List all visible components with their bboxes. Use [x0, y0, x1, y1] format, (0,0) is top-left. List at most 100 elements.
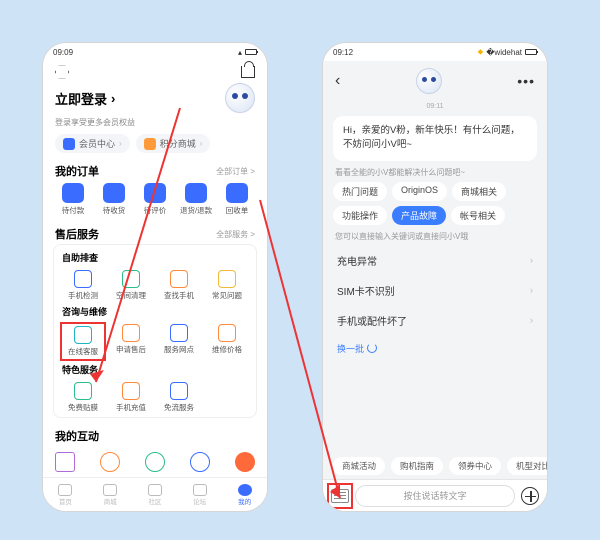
interact-5-icon[interactable]	[235, 452, 255, 472]
headset-icon	[74, 326, 92, 344]
wallet-icon	[62, 183, 84, 203]
shield-icon	[63, 138, 75, 150]
chip-hot[interactable]: 热门问题	[333, 182, 387, 201]
member-center-pill[interactable]: 会员中心›	[55, 134, 130, 153]
interact-1-icon[interactable]	[55, 452, 75, 472]
back-icon[interactable]: ‹	[335, 72, 340, 90]
order-pending-ship[interactable]: 待收货	[94, 183, 134, 216]
phone-left: 09:09 ▴ 立即登录 › 登录享受更多会员权益 会员中心› 积分商城› 我的…	[42, 42, 268, 512]
refund-icon	[185, 183, 207, 203]
svc-free-data[interactable]: 免流服务	[156, 380, 202, 415]
tab-forum[interactable]: 论坛	[193, 484, 207, 506]
chat-icon	[144, 183, 166, 203]
order-pending-review[interactable]: 待评价	[135, 183, 175, 216]
film-icon	[74, 382, 92, 400]
cart-icon[interactable]	[241, 66, 255, 78]
status-time: 09:12	[333, 48, 353, 57]
more-icon[interactable]: •••	[517, 73, 535, 89]
status-bar: 09:12 ⬥�widehat	[323, 43, 547, 61]
sg-4[interactable]: 机型对比	[507, 457, 547, 475]
chat-icon	[193, 484, 207, 496]
chip-mall[interactable]: 商城相关	[452, 182, 506, 201]
q-charge[interactable]: 充电异常›	[333, 246, 537, 276]
chip-fault[interactable]: 产品故障	[392, 206, 446, 225]
settings-hex-icon[interactable]	[55, 65, 69, 79]
battery-icon	[525, 49, 537, 55]
chevron-right-icon: ›	[530, 315, 533, 325]
person-icon	[238, 484, 252, 496]
orders-head: 我的订单 全部订单 >	[43, 159, 267, 181]
tab-mine[interactable]: 我的	[238, 484, 252, 506]
recharge-icon	[122, 382, 140, 400]
status-bar: 09:09 ▴	[43, 43, 267, 61]
suggestion-row[interactable]: 商城活动 购机指南 领券中心 机型对比 以	[323, 453, 547, 479]
phone-right: 09:12 ⬥�widehat ‹ ••• 09:11 Hi，亲爱的V粉，新年快…	[322, 42, 548, 512]
q-sim[interactable]: SIM卡不识别›	[333, 276, 537, 306]
svc-recharge[interactable]: 手机充值	[108, 380, 154, 415]
location-icon	[170, 324, 188, 342]
chevron-right-icon: ›	[111, 91, 115, 106]
timestamp: 09:11	[323, 101, 547, 112]
sg-1[interactable]: 商城活动	[333, 457, 385, 475]
login-title: 立即登录	[55, 89, 107, 108]
tab-community[interactable]: 社区	[148, 484, 162, 506]
aftersale-head: 售后服务 全部服务 >	[43, 222, 267, 244]
interact-3-icon[interactable]	[145, 452, 165, 472]
order-recycle[interactable]: 回收单	[217, 183, 257, 216]
order-pending-pay[interactable]: 待付款	[53, 183, 93, 216]
keyboard-icon[interactable]	[331, 489, 349, 503]
tab-bar: 首页 商城 社区 论坛 我的	[43, 477, 267, 511]
svc-repair-price[interactable]: 维修价格	[204, 322, 250, 361]
svc-faq[interactable]: 常见问题	[204, 268, 250, 303]
refresh-icon	[367, 343, 377, 353]
plus-icon[interactable]	[521, 487, 539, 505]
chevron-right-icon: ›	[530, 285, 533, 295]
svc-apply-aftersale[interactable]: 申请售后	[108, 322, 154, 361]
form-icon	[122, 324, 140, 342]
svc-service-points[interactable]: 服务网点	[156, 322, 202, 361]
recycle-icon	[226, 183, 248, 203]
order-refund[interactable]: 退货/退款	[176, 183, 216, 216]
svc-find-phone[interactable]: 查找手机	[156, 268, 202, 303]
login-subtitle: 登录享受更多会员权益	[43, 117, 267, 134]
box-icon	[103, 183, 125, 203]
sg-3[interactable]: 领券中心	[449, 457, 501, 475]
login-row[interactable]: 立即登录 ›	[43, 81, 267, 117]
orders-row: 待付款 待收货 待评价 退货/退款 回收单	[43, 181, 267, 222]
chip-function[interactable]: 功能操作	[333, 206, 387, 225]
refresh-button[interactable]: 换一批	[323, 336, 547, 361]
svc-phone-check[interactable]: 手机检测	[60, 268, 106, 303]
tab-home[interactable]: 首页	[58, 484, 72, 506]
greeting-bubble: Hi，亲爱的V粉，新年快乐！有什么问题，不妨问问小V吧~	[333, 116, 537, 161]
top-bar	[43, 61, 267, 81]
status-time: 09:09	[53, 48, 73, 57]
chip-originos[interactable]: OriginOS	[392, 182, 447, 201]
voice-input[interactable]: 按住说话转文字	[355, 485, 515, 507]
all-services-link[interactable]: 全部服务 >	[216, 229, 255, 240]
interact-head: 我的互动	[43, 424, 267, 446]
robot-avatar[interactable]	[225, 83, 255, 113]
search-icon	[170, 270, 188, 288]
svc-online-support[interactable]: 在线客服	[60, 322, 106, 361]
heart-icon	[58, 484, 72, 496]
hint-1: 看看全能的小V都能解决什么问题吧~	[323, 167, 547, 182]
coin-icon	[144, 138, 156, 150]
question-list: 充电异常› SIM卡不识别› 手机或配件坏了›	[323, 246, 547, 336]
svc-storage-clean[interactable]: 空间清理	[108, 268, 154, 303]
interact-4-icon[interactable]	[190, 452, 210, 472]
chip-account[interactable]: 帐号相关	[451, 206, 505, 225]
tab-shop[interactable]: 商城	[103, 484, 117, 506]
points-mall-pill[interactable]: 积分商城›	[136, 134, 211, 153]
q-broken[interactable]: 手机或配件坏了›	[333, 306, 537, 336]
sg-2[interactable]: 购机指南	[391, 457, 443, 475]
interact-2-icon[interactable]	[100, 452, 120, 472]
broom-icon	[122, 270, 140, 288]
svc-free-film[interactable]: 免费贴膜	[60, 380, 106, 415]
robot-avatar[interactable]	[416, 68, 442, 94]
chevron-right-icon: ›	[530, 255, 533, 265]
phone-icon	[74, 270, 92, 288]
data-icon	[170, 382, 188, 400]
input-bar: 按住说话转文字	[323, 479, 547, 511]
all-orders-link[interactable]: 全部订单 >	[216, 166, 255, 177]
price-icon	[218, 324, 236, 342]
